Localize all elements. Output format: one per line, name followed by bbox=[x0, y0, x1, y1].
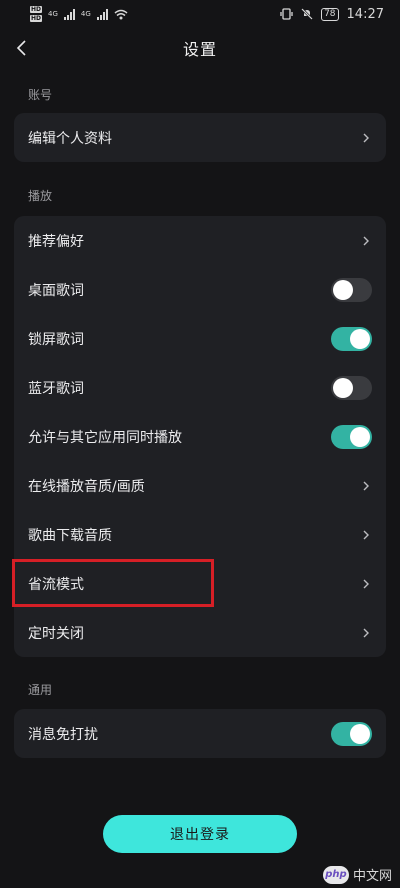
chevron-right-icon bbox=[360, 627, 372, 639]
network-type-1: 4G bbox=[48, 10, 58, 18]
logout-label: 退出登录 bbox=[170, 827, 230, 843]
watermark: php 中文网 bbox=[322, 865, 392, 884]
signal-icon bbox=[63, 8, 75, 20]
chevron-right-icon bbox=[360, 578, 372, 590]
section-label-playback: 播放 bbox=[28, 189, 53, 203]
chevron-right-icon bbox=[360, 480, 372, 492]
chevron-right-icon bbox=[360, 132, 372, 144]
page-title: 设置 bbox=[182, 40, 217, 59]
settings-row-bluetooth-lyrics[interactable]: 蓝牙歌词 bbox=[14, 363, 386, 412]
settings-row-edit-profile[interactable]: 编辑个人资料 bbox=[14, 113, 386, 162]
back-button[interactable] bbox=[8, 34, 36, 62]
settings-row-download-quality[interactable]: 歌曲下载音质 bbox=[14, 510, 386, 559]
network-type-2: 4G bbox=[80, 10, 91, 18]
hd-indicator: HD HD bbox=[30, 5, 43, 23]
chevron-right-icon bbox=[360, 529, 372, 541]
row-label: 锁屏歌词 bbox=[28, 331, 84, 348]
page-header: 设置 bbox=[0, 32, 400, 64]
watermark-logo: php bbox=[322, 865, 349, 884]
do-not-disturb-toggle[interactable] bbox=[331, 721, 372, 746]
bluetooth-lyrics-toggle[interactable] bbox=[331, 375, 372, 400]
settings-row-online-quality[interactable]: 在线播放音质/画质 bbox=[14, 461, 386, 510]
status-right: 78 14:27 bbox=[280, 7, 384, 22]
row-label: 定时关闭 bbox=[28, 625, 84, 642]
desktop-lyrics-toggle[interactable] bbox=[331, 277, 372, 302]
signal-icon-2 bbox=[96, 8, 108, 20]
settings-row-recommend-preference[interactable]: 推荐偏好 bbox=[14, 216, 386, 265]
hd-bottom-label: HD bbox=[30, 15, 43, 22]
settings-row-desktop-lyrics[interactable]: 桌面歌词 bbox=[14, 265, 386, 314]
row-label: 推荐偏好 bbox=[28, 233, 84, 250]
row-label: 允许与其它应用同时播放 bbox=[28, 429, 182, 446]
settings-row-mix-playback[interactable]: 允许与其它应用同时播放 bbox=[14, 412, 386, 461]
lockscreen-lyrics-toggle[interactable] bbox=[331, 326, 372, 351]
highlight-box bbox=[12, 559, 214, 607]
settings-row-sleep-timer[interactable]: 定时关闭 bbox=[14, 608, 386, 657]
row-label: 编辑个人资料 bbox=[28, 130, 112, 147]
account-card: 编辑个人资料 bbox=[14, 113, 386, 162]
chevron-left-icon bbox=[16, 40, 26, 56]
section-label-account: 账号 bbox=[28, 88, 53, 102]
toggle-knob bbox=[350, 723, 370, 744]
section-label-general: 通用 bbox=[28, 683, 53, 697]
settings-row-do-not-disturb[interactable]: 消息免打扰 bbox=[14, 709, 386, 758]
row-label: 蓝牙歌词 bbox=[28, 380, 84, 397]
toggle-knob bbox=[333, 377, 353, 398]
vibrate-icon bbox=[280, 8, 293, 20]
status-left: HD HD 4G 4G bbox=[30, 5, 128, 23]
toggle-knob bbox=[350, 328, 370, 349]
mute-bell-icon bbox=[301, 8, 313, 20]
battery-icon: 78 bbox=[321, 7, 339, 21]
toggle-knob bbox=[333, 279, 353, 300]
chevron-right-icon bbox=[360, 235, 372, 247]
row-label: 歌曲下载音质 bbox=[28, 527, 112, 544]
watermark-text: 中文网 bbox=[352, 869, 392, 884]
row-label: 桌面歌词 bbox=[28, 282, 84, 299]
mix-playback-toggle[interactable] bbox=[331, 424, 372, 449]
settings-row-lockscreen-lyrics[interactable]: 锁屏歌词 bbox=[14, 314, 386, 363]
logout-button[interactable]: 退出登录 bbox=[103, 815, 297, 853]
row-label: 在线播放音质/画质 bbox=[28, 478, 145, 495]
general-card: 消息免打扰 bbox=[14, 709, 386, 758]
row-label: 消息免打扰 bbox=[28, 726, 98, 743]
status-bar: HD HD 4G 4G 78 14:27 bbox=[0, 0, 400, 28]
hd-top-label: HD bbox=[30, 6, 43, 13]
toggle-knob bbox=[350, 426, 370, 447]
wifi-icon bbox=[114, 9, 128, 19]
status-time: 14:27 bbox=[346, 6, 384, 22]
